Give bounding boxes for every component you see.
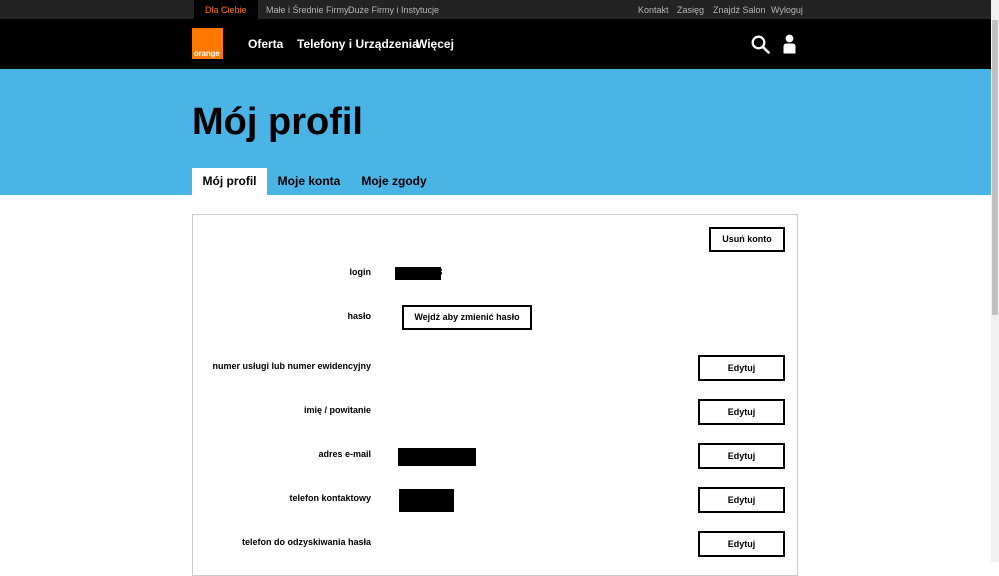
- profile-hero: Mój profil Mój profil Moje konta Moje zg…: [0, 69, 999, 195]
- link-znajdz-salon[interactable]: Znajdź Salon: [713, 0, 766, 19]
- edit-email-button[interactable]: Edytuj: [698, 443, 785, 469]
- email-value-redacted: [398, 448, 476, 466]
- change-password-button[interactable]: Wejdź aby zmienić hasło: [402, 305, 532, 330]
- edit-name-button[interactable]: Edytuj: [698, 399, 785, 425]
- login-label: login: [349, 267, 372, 277]
- contact-phone-label: telefon kontaktowy: [289, 493, 371, 503]
- segment-dla-ciebie[interactable]: Dla Ciebie: [194, 0, 258, 19]
- password-label: hasło: [347, 311, 371, 321]
- user-icon[interactable]: [782, 34, 797, 54]
- page-scrollbar-thumb[interactable]: [992, 20, 998, 315]
- login-value-tail: 3: [437, 267, 443, 278]
- logo-text: orange: [194, 49, 220, 58]
- name-greeting-label: imię / powitanie: [303, 405, 371, 415]
- link-zasieg[interactable]: Zasięg: [677, 0, 704, 19]
- page-title: Mój profil: [192, 101, 363, 143]
- edit-recovery-phone-button[interactable]: Edytuj: [698, 531, 785, 557]
- search-icon[interactable]: [751, 35, 770, 54]
- delete-account-button[interactable]: Usuń konto: [709, 227, 785, 252]
- contact-phone-value-redacted: [399, 489, 454, 512]
- recovery-phone-label: telefon do odzyskiwania hasła: [241, 537, 371, 547]
- main-navigation: orange Oferta Telefony i Urządzenia Więc…: [0, 19, 999, 69]
- nav-item-telefony[interactable]: Telefony i Urządzenia: [297, 19, 419, 69]
- segment-male-srednie-firmy[interactable]: Małe i Średnie Firmy: [266, 0, 349, 19]
- profile-card: Usuń konto login 3 hasło Wejdź aby zmien…: [192, 214, 798, 576]
- edit-contact-phone-button[interactable]: Edytuj: [698, 487, 785, 513]
- login-value-redacted: [395, 267, 441, 280]
- segment-duze-firmy[interactable]: Duże Firmy i Instytucje: [348, 0, 439, 19]
- service-number-label: numer usługi lub numer ewidencyjny: [212, 361, 371, 371]
- orange-logo[interactable]: orange: [192, 28, 223, 59]
- nav-item-wiecej[interactable]: Więcej: [416, 19, 454, 69]
- edit-service-number-button[interactable]: Edytuj: [698, 355, 785, 381]
- top-utility-bar: Dla Ciebie Małe i Średnie Firmy Duże Fir…: [0, 0, 999, 19]
- tab-moje-zgody[interactable]: Moje zgody: [357, 168, 431, 195]
- link-wyloguj[interactable]: Wyloguj: [771, 0, 803, 19]
- tab-moj-profil[interactable]: Mój profil: [192, 168, 267, 195]
- link-kontakt[interactable]: Kontakt: [638, 0, 669, 19]
- email-label: adres e-mail: [318, 449, 371, 459]
- tab-moje-konta[interactable]: Moje konta: [273, 168, 345, 195]
- nav-item-oferta[interactable]: Oferta: [248, 19, 283, 69]
